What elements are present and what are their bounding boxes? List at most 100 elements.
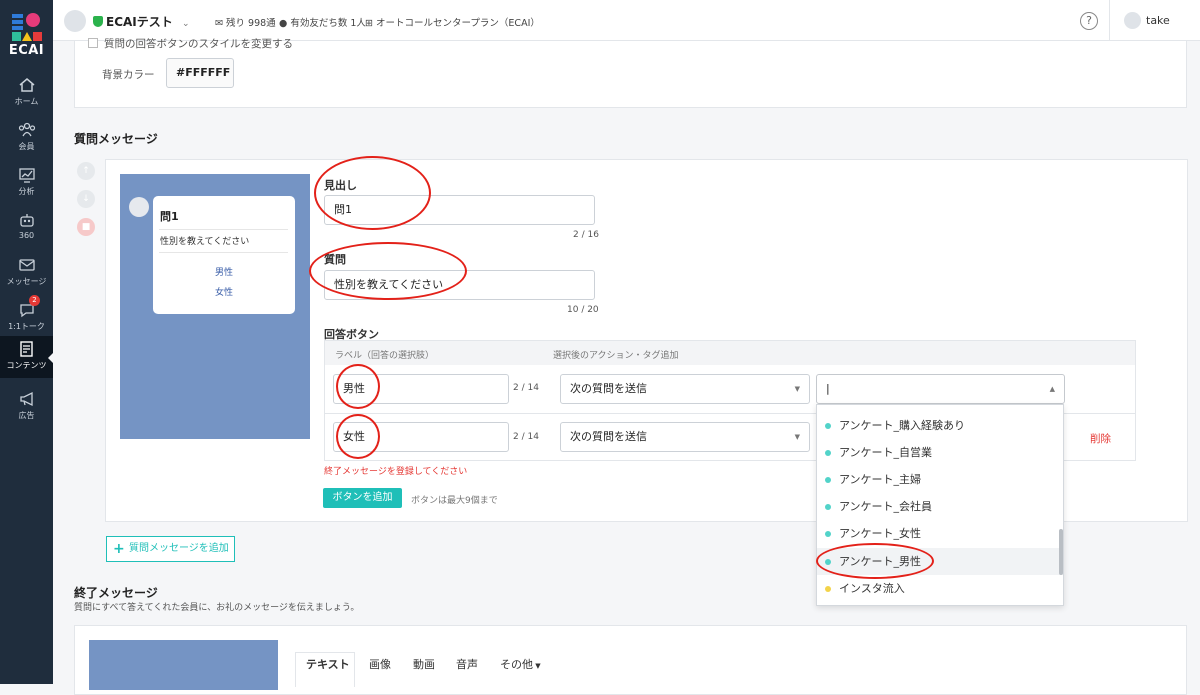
preview-title: 問1 xyxy=(160,210,179,223)
tab-image[interactable]: 画像 xyxy=(369,656,391,672)
action-select-1-value: 次の質問を送信 xyxy=(570,382,647,395)
add-question-button[interactable]: + 質問メッセージを追加 xyxy=(106,536,235,562)
question-counter: 10 / 20 xyxy=(567,305,599,315)
tag-option-label: インスタ流入 xyxy=(839,582,905,595)
remaining-text: 残り 998通 xyxy=(226,18,276,29)
tag-color-dot xyxy=(825,531,831,537)
mail-icon xyxy=(18,259,35,271)
end-preview-pane xyxy=(89,640,278,690)
nav-ads[interactable]: 広告 xyxy=(0,386,53,430)
topbar-divider xyxy=(1109,0,1110,41)
account-switcher[interactable]: ECAIテスト ⌄ xyxy=(93,13,190,30)
content-icon xyxy=(19,341,33,357)
tab-other-label: その他 xyxy=(500,658,533,671)
bg-color-label: 背景カラー xyxy=(102,69,155,81)
nav-home[interactable]: ホーム xyxy=(0,72,53,116)
user-name[interactable]: take xyxy=(1146,14,1170,27)
dropdown-scrollbar[interactable] xyxy=(1059,529,1063,575)
question-section-title: 質問メッセージ xyxy=(74,132,158,146)
preview-pane: 問1 性別を教えてください 男性 女性 xyxy=(120,174,310,439)
nav-members-label: 会員 xyxy=(18,142,35,151)
heading-counter: 2 / 16 xyxy=(573,230,599,240)
style-settings-panel: 質問の回答ボタンのスタイルを変更する 背景カラー #FFFFFF xyxy=(74,38,1187,108)
end-section-title: 終了メッセージ xyxy=(74,586,158,600)
plus-icon: + xyxy=(113,541,125,557)
nav-home-label: ホーム xyxy=(14,97,39,106)
logo-text: ECAI xyxy=(8,43,45,58)
friend-count-text: 有効友だち数 1人 xyxy=(290,18,366,29)
preview-divider-2 xyxy=(159,252,288,253)
tag-color-dot xyxy=(825,586,831,592)
nav-analytics[interactable]: 分析 xyxy=(0,162,53,206)
tag-option[interactable]: アンケート_主婦 xyxy=(817,466,1063,493)
tag-select-input[interactable]: | ▲ xyxy=(816,374,1065,404)
person-icon: ● xyxy=(279,18,288,29)
mail-small-icon: ✉ xyxy=(215,18,223,29)
user-avatar[interactable] xyxy=(1124,12,1141,29)
megaphone-icon xyxy=(19,391,33,407)
style-checkbox-label: 質問の回答ボタンのスタイルを変更する xyxy=(104,38,293,50)
caret-down-icon-3: ▼ xyxy=(533,662,541,670)
nav-ads-label: 広告 xyxy=(18,411,35,420)
end-message-error: 終了メッセージを登録してください xyxy=(324,467,468,477)
tag-option-label: アンケート_会社員 xyxy=(839,500,933,513)
action-select-2-value: 次の質問を送信 xyxy=(570,430,647,443)
preview-avatar xyxy=(129,197,149,217)
ecai-logo[interactable]: ECAI xyxy=(0,0,53,62)
nav-message[interactable]: メッセージ xyxy=(0,252,53,296)
plan-text: オートコールセンタープラン（ECAI） xyxy=(376,18,540,29)
annotation-circle-question xyxy=(309,242,467,300)
tag-option[interactable]: アンケート_自営業 xyxy=(817,439,1063,466)
nav-message-label: メッセージ xyxy=(6,277,47,286)
annotation-circle-tag xyxy=(816,543,934,579)
answer-table-header xyxy=(325,341,1135,365)
help-button[interactable]: ? xyxy=(1080,12,1098,30)
tag-select-cursor: | xyxy=(826,382,830,395)
answer-counter-2: 2 / 14 xyxy=(513,432,539,442)
delete-question-button[interactable]: ■ xyxy=(77,218,95,236)
members-icon xyxy=(18,122,35,137)
preview-option-female: 女性 xyxy=(214,288,233,298)
caret-down-icon-2: ▼ xyxy=(794,433,800,441)
tag-option[interactable]: インスタ流入 xyxy=(817,575,1063,602)
tag-option-label: アンケート_主婦 xyxy=(839,473,922,486)
nav-360[interactable]: 360 xyxy=(0,207,53,251)
robot-icon xyxy=(19,214,34,227)
tag-option[interactable]: アンケート_女性 xyxy=(817,520,1063,547)
chevron-down-icon: ⌄ xyxy=(181,19,190,29)
style-checkbox[interactable] xyxy=(88,38,98,48)
preview-option-male: 男性 xyxy=(214,268,233,278)
nav-talk[interactable]: 1:1トーク 2 xyxy=(0,295,53,341)
verified-shield-icon xyxy=(93,16,103,27)
nav-members[interactable]: 会員 xyxy=(0,117,53,161)
tab-other[interactable]: その他 ▼ xyxy=(500,656,541,672)
tag-option[interactable]: アンケート_会社員 xyxy=(817,493,1063,520)
topbar: ECAIテスト ⌄ ✉ 残り 998通 ● 有効友だち数 1人 ⊞ オートコール… xyxy=(53,0,1200,41)
move-up-button[interactable]: ↑ xyxy=(77,162,95,180)
tag-option[interactable]: アンケート_購入経験あり xyxy=(817,412,1063,439)
annotation-circle-male xyxy=(336,364,380,409)
tag-color-dot xyxy=(825,423,831,429)
nav-analytics-label: 分析 xyxy=(18,187,35,196)
add-answer-button[interactable]: ボタンを追加 xyxy=(323,488,402,508)
delete-row-button[interactable]: 削除 xyxy=(1090,431,1111,446)
home-icon xyxy=(19,78,34,92)
bg-color-input[interactable]: #FFFFFF xyxy=(166,58,234,88)
nav-360-label: 360 xyxy=(18,231,35,240)
account-avatar[interactable] xyxy=(64,10,86,32)
action-select-2[interactable]: 次の質問を送信 ▼ xyxy=(560,422,810,452)
tab-audio[interactable]: 音声 xyxy=(456,656,478,672)
nav-talk-label: 1:1トーク xyxy=(8,322,45,331)
tab-video[interactable]: 動画 xyxy=(413,656,435,672)
nav-content[interactable]: コンテンツ xyxy=(0,336,54,378)
sidebar: ECAI ホーム 会員 分析 360 メッセージ 1:1トーク 2 コンテンツ … xyxy=(0,0,54,684)
move-down-button[interactable]: ↓ xyxy=(77,190,95,208)
tag-color-dot xyxy=(825,450,831,456)
tab-text[interactable]: テキスト xyxy=(306,656,350,672)
tag-option-label: アンケート_購入経験あり xyxy=(839,419,966,432)
add-answer-note: ボタンは最大9個まで xyxy=(411,496,498,506)
action-select-1[interactable]: 次の質問を送信 ▼ xyxy=(560,374,810,404)
end-section-desc: 質問にすべて答えてくれた会員に、お礼のメッセージを伝えましょう。 xyxy=(74,603,360,613)
nav-content-label: コンテンツ xyxy=(6,361,47,370)
tag-color-dot xyxy=(825,504,831,510)
